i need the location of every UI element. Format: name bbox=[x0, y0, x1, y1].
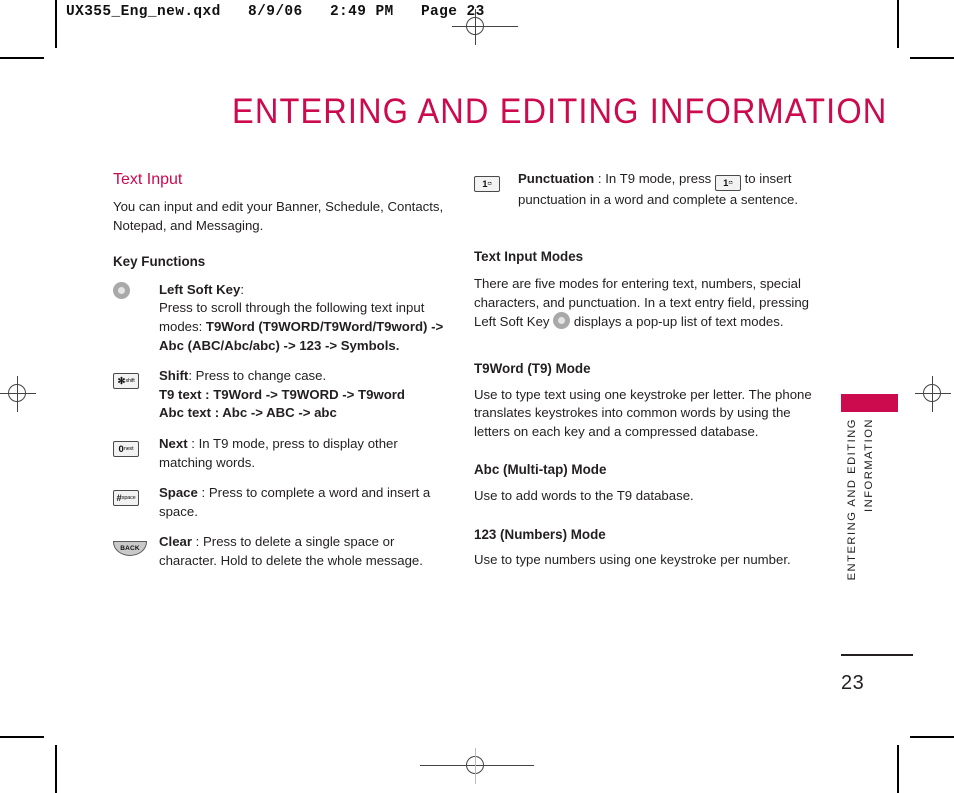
one-key-sublabel: ඏ bbox=[487, 181, 492, 187]
section-title-text-input: Text Input bbox=[113, 171, 183, 188]
zero-key-sublabel: next bbox=[123, 445, 134, 452]
body-abc-mode: Use to add words to the T9 database. bbox=[474, 487, 694, 503]
pound-key-sublabel: space bbox=[121, 495, 136, 502]
key-term: Punctuation bbox=[518, 171, 595, 186]
key-description-bold-line-1: T9 text : T9Word -> T9WORD -> T9word bbox=[159, 386, 405, 402]
key-icon-cell bbox=[113, 281, 159, 302]
folio-rule bbox=[841, 654, 913, 656]
heading-text-input-modes: Text Input Modes bbox=[474, 248, 584, 264]
crop-mark-bottom-left-horizontal bbox=[0, 736, 44, 738]
crop-mark-bottom-left-vertical bbox=[55, 745, 57, 793]
registration-vertical-bar bbox=[932, 376, 933, 412]
prepress-file-header: UX355_Eng_new.qxd 8/9/06 2:49 PM Page 23 bbox=[66, 4, 485, 20]
key-term: Space bbox=[159, 485, 198, 501]
thumb-tab-label-secondary: INFORMATION bbox=[862, 418, 896, 618]
zero-next-key-icon: 0next bbox=[113, 440, 139, 457]
key-function-row-shift: ✻shift Shift: Press to change case. T9 t… bbox=[113, 367, 453, 423]
key-icon-cell: 0next bbox=[113, 435, 159, 457]
one-punctuation-key-icon-inline: 1ඏ bbox=[714, 175, 741, 191]
key-icon-cell: BACK bbox=[113, 533, 159, 557]
key-term: Clear bbox=[159, 534, 192, 550]
heading-key-functions: Key Functions bbox=[113, 254, 206, 270]
key-function-row-left-soft-key: Left Soft Key: Press to scroll through t… bbox=[113, 281, 453, 355]
registration-horizontal-bar bbox=[420, 765, 534, 766]
registration-vertical-bar bbox=[475, 748, 476, 784]
thumb-tab-line-1: ENTERING AND EDITING bbox=[846, 418, 858, 581]
crop-mark-top-right-horizontal bbox=[910, 57, 954, 59]
key-function-row-next: 0next Next : In T9 mode, press to displa… bbox=[113, 435, 453, 472]
page-number: 23 bbox=[841, 672, 865, 694]
back-key-icon: BACK bbox=[113, 541, 147, 557]
key-function-description: Space : Press to complete a word and ins… bbox=[159, 484, 453, 521]
heading-123-mode: 123 (Numbers) Mode bbox=[474, 526, 606, 542]
key-separator: : bbox=[191, 435, 195, 451]
key-description-bold-tail: T9Word (T9WORD/T9Word/T9word) -> Abc (AB… bbox=[159, 318, 444, 353]
key-description: Press to change case. bbox=[195, 368, 327, 384]
key-function-description: Next : In T9 mode, press to display othe… bbox=[159, 435, 453, 472]
registration-mark-left bbox=[0, 376, 36, 412]
right-column: 1ඏ Punctuation : In T9 mode, press 1ඏ to… bbox=[474, 170, 814, 578]
crop-mark-bottom-right-vertical bbox=[897, 745, 899, 793]
key-function-row-space: #space Space : Press to complete a word … bbox=[113, 484, 453, 521]
body-t9word-mode: Use to type text using one keystroke per… bbox=[474, 386, 812, 439]
thumb-tab-line-2: INFORMATION bbox=[863, 418, 875, 512]
heading-abc-mode: Abc (Multi-tap) Mode bbox=[474, 462, 607, 478]
key-description-before: In T9 mode, press bbox=[605, 171, 712, 186]
one-punctuation-key-icon: 1ඏ bbox=[474, 176, 500, 192]
key-icon-cell: #space bbox=[113, 484, 159, 507]
thumb-tab-color-block bbox=[841, 394, 898, 412]
key-function-description: Shift: Press to change case. T9 text : T… bbox=[159, 367, 453, 423]
registration-vertical-bar bbox=[17, 376, 18, 412]
key-icon-cell: ✻shift bbox=[113, 367, 159, 390]
left-column: Text Input You can input and edit your B… bbox=[113, 170, 453, 583]
page-title: ENTERING AND EDITING INFORMATION bbox=[232, 92, 888, 131]
key-term: Next bbox=[159, 435, 188, 451]
key-separator: : bbox=[240, 281, 244, 297]
body-123-mode: Use to type numbers using one keystroke … bbox=[474, 552, 791, 568]
key-separator: : bbox=[201, 485, 206, 501]
crop-mark-top-left-horizontal bbox=[0, 57, 44, 59]
soft-key-icon-inline bbox=[553, 312, 571, 330]
key-term: Shift bbox=[159, 368, 189, 384]
key-description-bold-line-2: Abc text : Abc -> ABC -> abc bbox=[159, 405, 337, 421]
key-separator: : bbox=[597, 171, 602, 186]
star-key-sublabel: shift bbox=[125, 378, 135, 385]
registration-mark-right bbox=[915, 376, 951, 412]
key-function-description: Clear : Press to delete a single space o… bbox=[159, 533, 453, 570]
key-function-row-punctuation: 1ඏ Punctuation : In T9 mode, press 1ඏ to… bbox=[474, 170, 814, 210]
key-term: Left Soft Key bbox=[159, 281, 241, 297]
key-description: Press to complete a word and insert a sp… bbox=[159, 485, 431, 519]
registration-horizontal-bar bbox=[0, 393, 36, 394]
key-function-description: Punctuation : In T9 mode, press 1ඏ to in… bbox=[518, 170, 814, 210]
registration-horizontal-bar bbox=[452, 26, 518, 27]
pound-space-key-icon: #space bbox=[113, 490, 139, 507]
key-separator: : bbox=[195, 534, 200, 550]
text-input-intro-paragraph: You can input and edit your Banner, Sche… bbox=[113, 199, 444, 233]
one-key-sublabel: ඏ bbox=[728, 180, 733, 186]
paragraph-after-icon: displays a pop-up list of text modes. bbox=[573, 314, 784, 330]
crop-mark-bottom-right-horizontal bbox=[910, 736, 954, 738]
key-description: Press to delete a single space or charac… bbox=[159, 534, 423, 568]
registration-mark-bottom bbox=[420, 748, 534, 784]
crop-mark-top-left-vertical bbox=[55, 0, 57, 48]
key-separator: : bbox=[188, 368, 192, 384]
star-key-glyph: ✻ bbox=[117, 376, 126, 388]
heading-t9word-mode: T9Word (T9) Mode bbox=[474, 360, 591, 376]
key-icon-cell: 1ඏ bbox=[474, 170, 518, 192]
key-function-description: Left Soft Key: Press to scroll through t… bbox=[159, 281, 453, 355]
key-description: In T9 mode, press to display other match… bbox=[159, 435, 398, 470]
crop-mark-top-right-vertical bbox=[897, 0, 899, 48]
text-input-modes-paragraph: There are five modes for entering text, … bbox=[474, 275, 814, 332]
key-function-row-clear: BACK Clear : Press to delete a single sp… bbox=[113, 533, 453, 570]
soft-key-icon bbox=[113, 281, 130, 299]
registration-horizontal-bar bbox=[915, 393, 951, 394]
star-key-icon: ✻shift bbox=[113, 373, 139, 390]
